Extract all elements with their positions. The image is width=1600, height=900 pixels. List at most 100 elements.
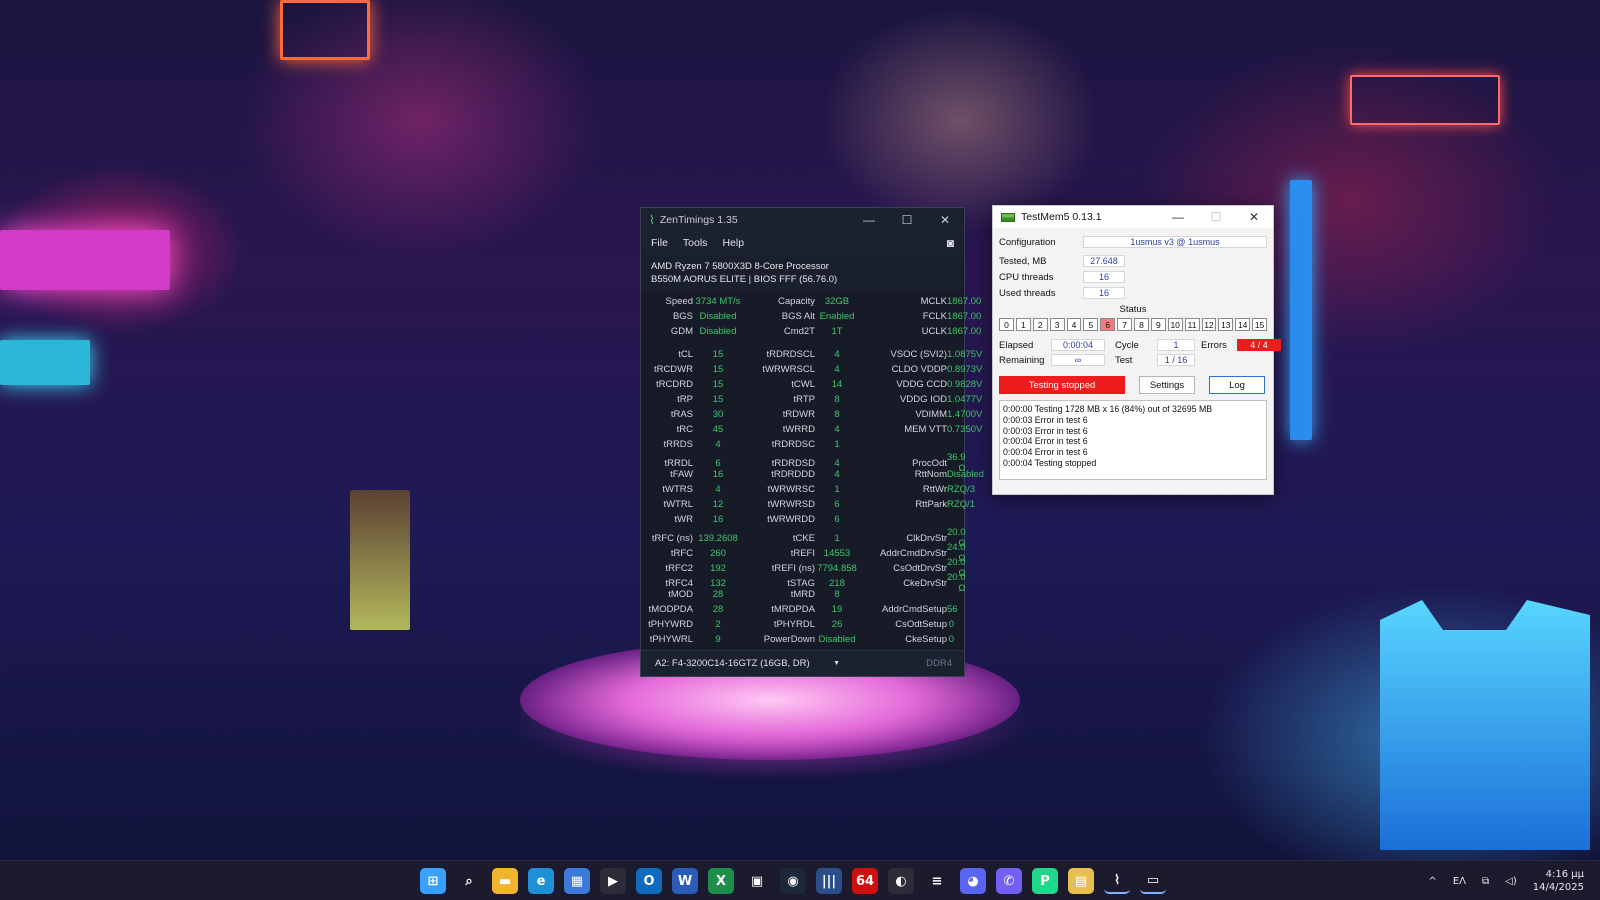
- timing-label: tRFC: [670, 547, 693, 559]
- log-output[interactable]: 0:00:00 Testing 1728 MB x 16 (84%) out o…: [999, 400, 1267, 480]
- zentimings-window[interactable]: ⌇ ZenTimings 1.35 — ☐ ✕ File Tools Help …: [640, 207, 984, 677]
- memory-type: DDR4: [926, 658, 952, 669]
- timing-value: 1.4700V: [947, 409, 983, 420]
- maximize-icon[interactable]: ☐: [888, 208, 926, 232]
- maximize-icon: ☐: [1210, 210, 1222, 224]
- timing-label: CkeSetup: [905, 634, 947, 645]
- timing-row: tRFC (ns) 139.2608 tCKE 1 ClkDrvStr 20.0 Ω: [641, 527, 966, 549]
- tool-icon[interactable]: ≡: [924, 868, 950, 894]
- log-line: 0:00:04 Error in test 6: [1003, 436, 1088, 447]
- timing-value: RZQ/1: [947, 499, 975, 510]
- timing-value: 56: [947, 604, 958, 615]
- status-cell: 5: [1083, 318, 1099, 331]
- timing-label: tWRWRDD: [767, 514, 815, 525]
- network-icon[interactable]: ⧉: [1482, 876, 1489, 887]
- timing-row: tRC 45 tWRRD 4 MEM VTT 0.7350V: [641, 422, 983, 437]
- viber-icon[interactable]: ✆: [996, 868, 1022, 894]
- log-button[interactable]: Log: [1209, 376, 1265, 394]
- media-player-icon[interactable]: ▶: [600, 868, 626, 894]
- testmem5-titlebar[interactable]: TestMem5 0.13.1 — ☐ ✕: [993, 206, 1273, 228]
- timing-label: tRDRDSC: [771, 439, 815, 450]
- timing-label: tREFI (ns): [771, 562, 815, 574]
- timing-label: tREFI: [790, 547, 815, 559]
- file-explorer-icon[interactable]: ▬: [492, 868, 518, 894]
- close-icon[interactable]: ✕: [926, 208, 964, 232]
- module-select[interactable]: A2: F4-3200C14-16GTZ (16GB, DR) ▼: [651, 655, 846, 673]
- timing-value: 28: [712, 589, 724, 600]
- log-line: 0:00:03 Error in test 6: [1003, 425, 1088, 436]
- menu-file[interactable]: File: [651, 237, 668, 249]
- zentimings-titlebar[interactable]: ⌇ ZenTimings 1.35 — ☐ ✕: [641, 208, 964, 232]
- timing-label: tRRDS: [663, 439, 693, 450]
- timing-label: tWTRS: [662, 484, 693, 495]
- timing-label: tRAS: [670, 409, 693, 420]
- timing-row: tWR 16 tWRWRDD 6: [641, 512, 964, 527]
- configuration-value: 1usmus v3 @ 1usmus: [1083, 236, 1267, 248]
- chevron-down-icon: ▼: [833, 660, 840, 667]
- timing-label: BGS: [672, 311, 693, 322]
- camera-icon[interactable]: ◙: [947, 236, 954, 250]
- timing-row: tPHYWRD 2 tPHYRDL 26 CsOdtSetup 0: [641, 617, 964, 632]
- zentimings-taskbar-icon[interactable]: ⌇: [1104, 868, 1130, 894]
- timing-value: 4: [834, 424, 840, 435]
- glowing-window: [350, 490, 410, 630]
- timing-row: tCL 15 tRDRDSCL 4 VSOC (SVI2) 1.0875V: [641, 347, 982, 362]
- summary-row: GDM Disabled Cmd2T 1T UCLK 1867.00: [641, 324, 982, 339]
- timing-value: 6: [715, 457, 721, 469]
- menu-help[interactable]: Help: [722, 237, 744, 249]
- nvidia-icon[interactable]: ▣: [744, 868, 770, 894]
- notes-icon[interactable]: ▤: [1068, 868, 1094, 894]
- timing-row: tWTRL 12 tWRWRSD 6 RttPark RZQ/1: [641, 497, 975, 512]
- pycharm-icon[interactable]: P: [1032, 868, 1058, 894]
- volume-icon[interactable]: ◁): [1505, 876, 1517, 887]
- timing-label: Speed: [665, 296, 693, 307]
- store-icon[interactable]: ▦: [564, 868, 590, 894]
- equalizer-icon[interactable]: |||: [816, 868, 842, 894]
- timing-label: VSOC (SVI2): [890, 349, 948, 360]
- timing-value: 1867.00: [947, 326, 982, 337]
- tray-chevron-icon[interactable]: ^: [1428, 876, 1436, 887]
- zentimings-menubar: File Tools Help ◙: [641, 232, 964, 254]
- search-icon[interactable]: ⌕: [456, 868, 482, 894]
- outlook-icon[interactable]: O: [636, 868, 662, 894]
- timing-value: 1: [834, 532, 840, 544]
- timing-label: CkeDrvStr: [903, 577, 947, 589]
- menu-tools[interactable]: Tools: [683, 237, 708, 249]
- testmem5-window[interactable]: TestMem5 0.13.1 — ☐ ✕ Configuration 1usm…: [992, 205, 1281, 495]
- edge-icon[interactable]: e: [528, 868, 554, 894]
- timing-value: Disabled: [699, 326, 737, 337]
- settings-button[interactable]: Settings: [1139, 376, 1195, 394]
- cpu-threads-label: CPU threads: [999, 271, 1054, 283]
- taskbar: ⊞ ⌕ ▬ e ▦ ▶ O W X ▣ ◉ ||| 64 ◐ ≡ ◕ ✆ P ▤ ⌇ ▭ ^ ΕΛ ⧉ ◁) 4:16 …: [0, 860, 1600, 900]
- clock[interactable]: 4:16 μμ 14/4/2025: [1533, 868, 1584, 894]
- minimize-icon[interactable]: —: [850, 208, 888, 232]
- timing-label: tWRWRSCL: [762, 364, 815, 375]
- used-threads-value: 16: [1083, 287, 1125, 299]
- status-label: Status: [1119, 304, 1147, 315]
- timing-row: tRFC4 132 tSTAG 218 CkeDrvStr 20.0 Ω: [641, 572, 966, 594]
- timing-row: tRCDRD 15 tCWL 14 VDDG CCD 0.9828V: [641, 377, 982, 392]
- timing-label: tCL: [678, 349, 693, 360]
- timing-label: GDM: [670, 326, 693, 337]
- word-icon[interactable]: W: [672, 868, 698, 894]
- aida64-icon[interactable]: 64: [852, 868, 878, 894]
- discord-icon[interactable]: ◕: [960, 868, 986, 894]
- timing-label: tRC: [676, 424, 693, 435]
- timing-label: tRTP: [793, 394, 815, 405]
- timing-label: Cmd2T: [783, 326, 815, 337]
- steam-icon[interactable]: ◉: [780, 868, 806, 894]
- close-icon[interactable]: ✕: [1235, 206, 1273, 228]
- language-indicator[interactable]: ΕΛ: [1453, 876, 1466, 887]
- zentimings-title: ZenTimings 1.35: [659, 214, 738, 226]
- timing-row: tRAS 30 tRDWR 8 VDIMM 1.4700V: [641, 407, 983, 422]
- testing-stopped-button[interactable]: Testing stopped: [999, 376, 1125, 394]
- excel-icon[interactable]: X: [708, 868, 734, 894]
- timing-label: VDDG CCD: [896, 379, 947, 390]
- timing-label: FCLK: [922, 311, 947, 322]
- hardware-monitor-icon[interactable]: ◐: [888, 868, 914, 894]
- start-button[interactable]: ⊞: [420, 868, 446, 894]
- system-info: AMD Ryzen 7 5800X3D 8-Core Processor B55…: [641, 254, 964, 290]
- testmem-taskbar-icon[interactable]: ▭: [1140, 868, 1166, 894]
- minimize-icon[interactable]: —: [1159, 206, 1197, 228]
- timing-value: 1.0875V: [947, 349, 983, 360]
